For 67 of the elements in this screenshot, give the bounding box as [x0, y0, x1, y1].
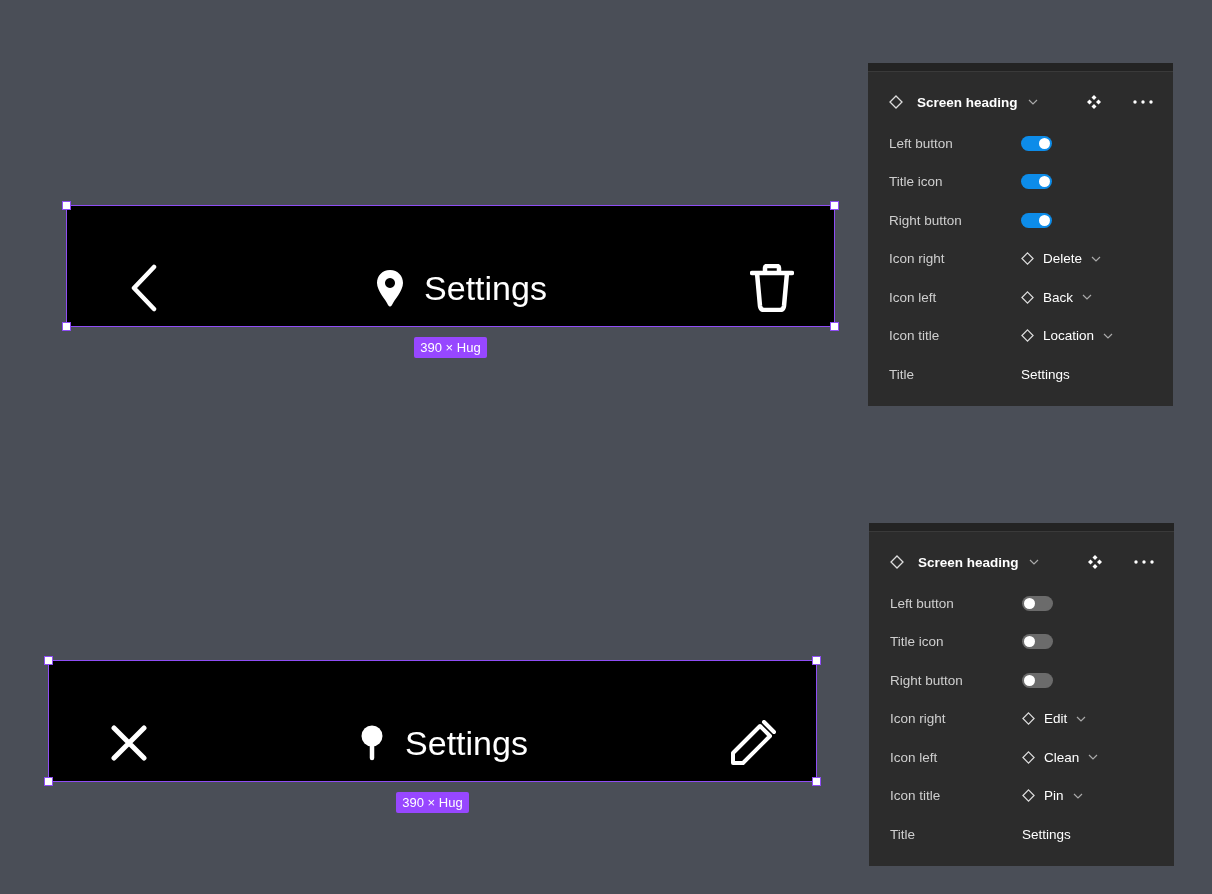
component-instance-icon [889, 95, 903, 109]
component-instance-icon [1021, 290, 1034, 304]
location-pin-icon [376, 269, 405, 307]
toggle-switch[interactable] [1021, 135, 1052, 151]
chevron-down-icon [1088, 754, 1099, 761]
resize-handle[interactable] [44, 777, 53, 786]
more-icon[interactable] [1133, 100, 1153, 104]
instance-swap-dropdown[interactable]: Delete [1021, 251, 1102, 267]
resize-handle[interactable] [812, 777, 821, 786]
property-label: Title icon [889, 174, 944, 190]
component-instance-icon [1021, 329, 1034, 343]
property-label: Title [889, 366, 915, 382]
heading-title: Settings [405, 723, 528, 763]
chevron-down-icon [1028, 559, 1039, 565]
resize-handle[interactable] [812, 656, 821, 665]
toggle-switch[interactable] [1021, 174, 1052, 190]
component-instance-icon [1021, 252, 1034, 266]
heading-title: Settings [424, 268, 547, 308]
chevron-left-icon[interactable] [129, 264, 159, 312]
go-to-component-icon[interactable] [1087, 95, 1101, 109]
toggle-switch[interactable] [1022, 634, 1053, 650]
component-instance-icon [1022, 712, 1035, 726]
chevron-down-icon [1082, 294, 1092, 301]
property-label: Title icon [890, 634, 945, 650]
chevron-down-icon [1027, 99, 1038, 105]
property-label: Icon title [890, 788, 942, 804]
toggle-switch[interactable] [1022, 595, 1053, 611]
trash-icon[interactable] [750, 264, 794, 312]
component-instance-icon [1022, 789, 1035, 803]
toggle-switch[interactable] [1022, 672, 1053, 688]
instance-swap-dropdown[interactable]: Back [1021, 289, 1092, 305]
component-dropdown[interactable]: Screen heading [917, 94, 1038, 110]
chevron-down-icon [1091, 255, 1102, 262]
property-label: Left button [890, 595, 955, 611]
property-label: Icon right [890, 711, 947, 727]
pencil-icon[interactable] [730, 720, 776, 766]
close-icon[interactable] [111, 725, 147, 761]
chevron-down-icon [1072, 792, 1083, 799]
instance-swap-dropdown[interactable]: Edit [1022, 711, 1087, 727]
resize-handle[interactable] [62, 322, 71, 331]
component-instance-icon [1022, 750, 1035, 764]
component-instance-icon [890, 555, 904, 569]
property-value-field[interactable]: Settings [1022, 826, 1071, 842]
property-value-field[interactable]: Settings [1021, 366, 1070, 382]
property-label: Title [890, 826, 916, 842]
component-dropdown[interactable]: Screen heading [918, 554, 1039, 570]
chevron-down-icon [1076, 715, 1087, 722]
property-label: Right button [889, 212, 963, 228]
size-badge: 390 × Hug [396, 792, 469, 813]
property-label: Icon left [889, 289, 938, 305]
resize-handle[interactable] [830, 322, 839, 331]
resize-handle[interactable] [44, 656, 53, 665]
resize-handle[interactable] [62, 201, 71, 210]
resize-handle[interactable] [830, 201, 839, 210]
go-to-component-icon[interactable] [1088, 555, 1102, 569]
instance-swap-dropdown[interactable]: Location [1021, 328, 1114, 344]
size-badge: 390 × Hug [414, 337, 487, 358]
instance-swap-dropdown[interactable]: Pin [1022, 788, 1083, 804]
property-label: Icon left [890, 749, 939, 765]
property-label: Right button [890, 672, 964, 688]
property-label: Icon title [889, 328, 941, 344]
instance-swap-dropdown[interactable]: Clean [1022, 749, 1099, 765]
property-label: Icon right [889, 251, 946, 267]
chevron-down-icon [1103, 332, 1114, 339]
toggle-switch[interactable] [1021, 212, 1052, 228]
property-label: Left button [889, 135, 954, 151]
more-icon[interactable] [1134, 560, 1154, 564]
